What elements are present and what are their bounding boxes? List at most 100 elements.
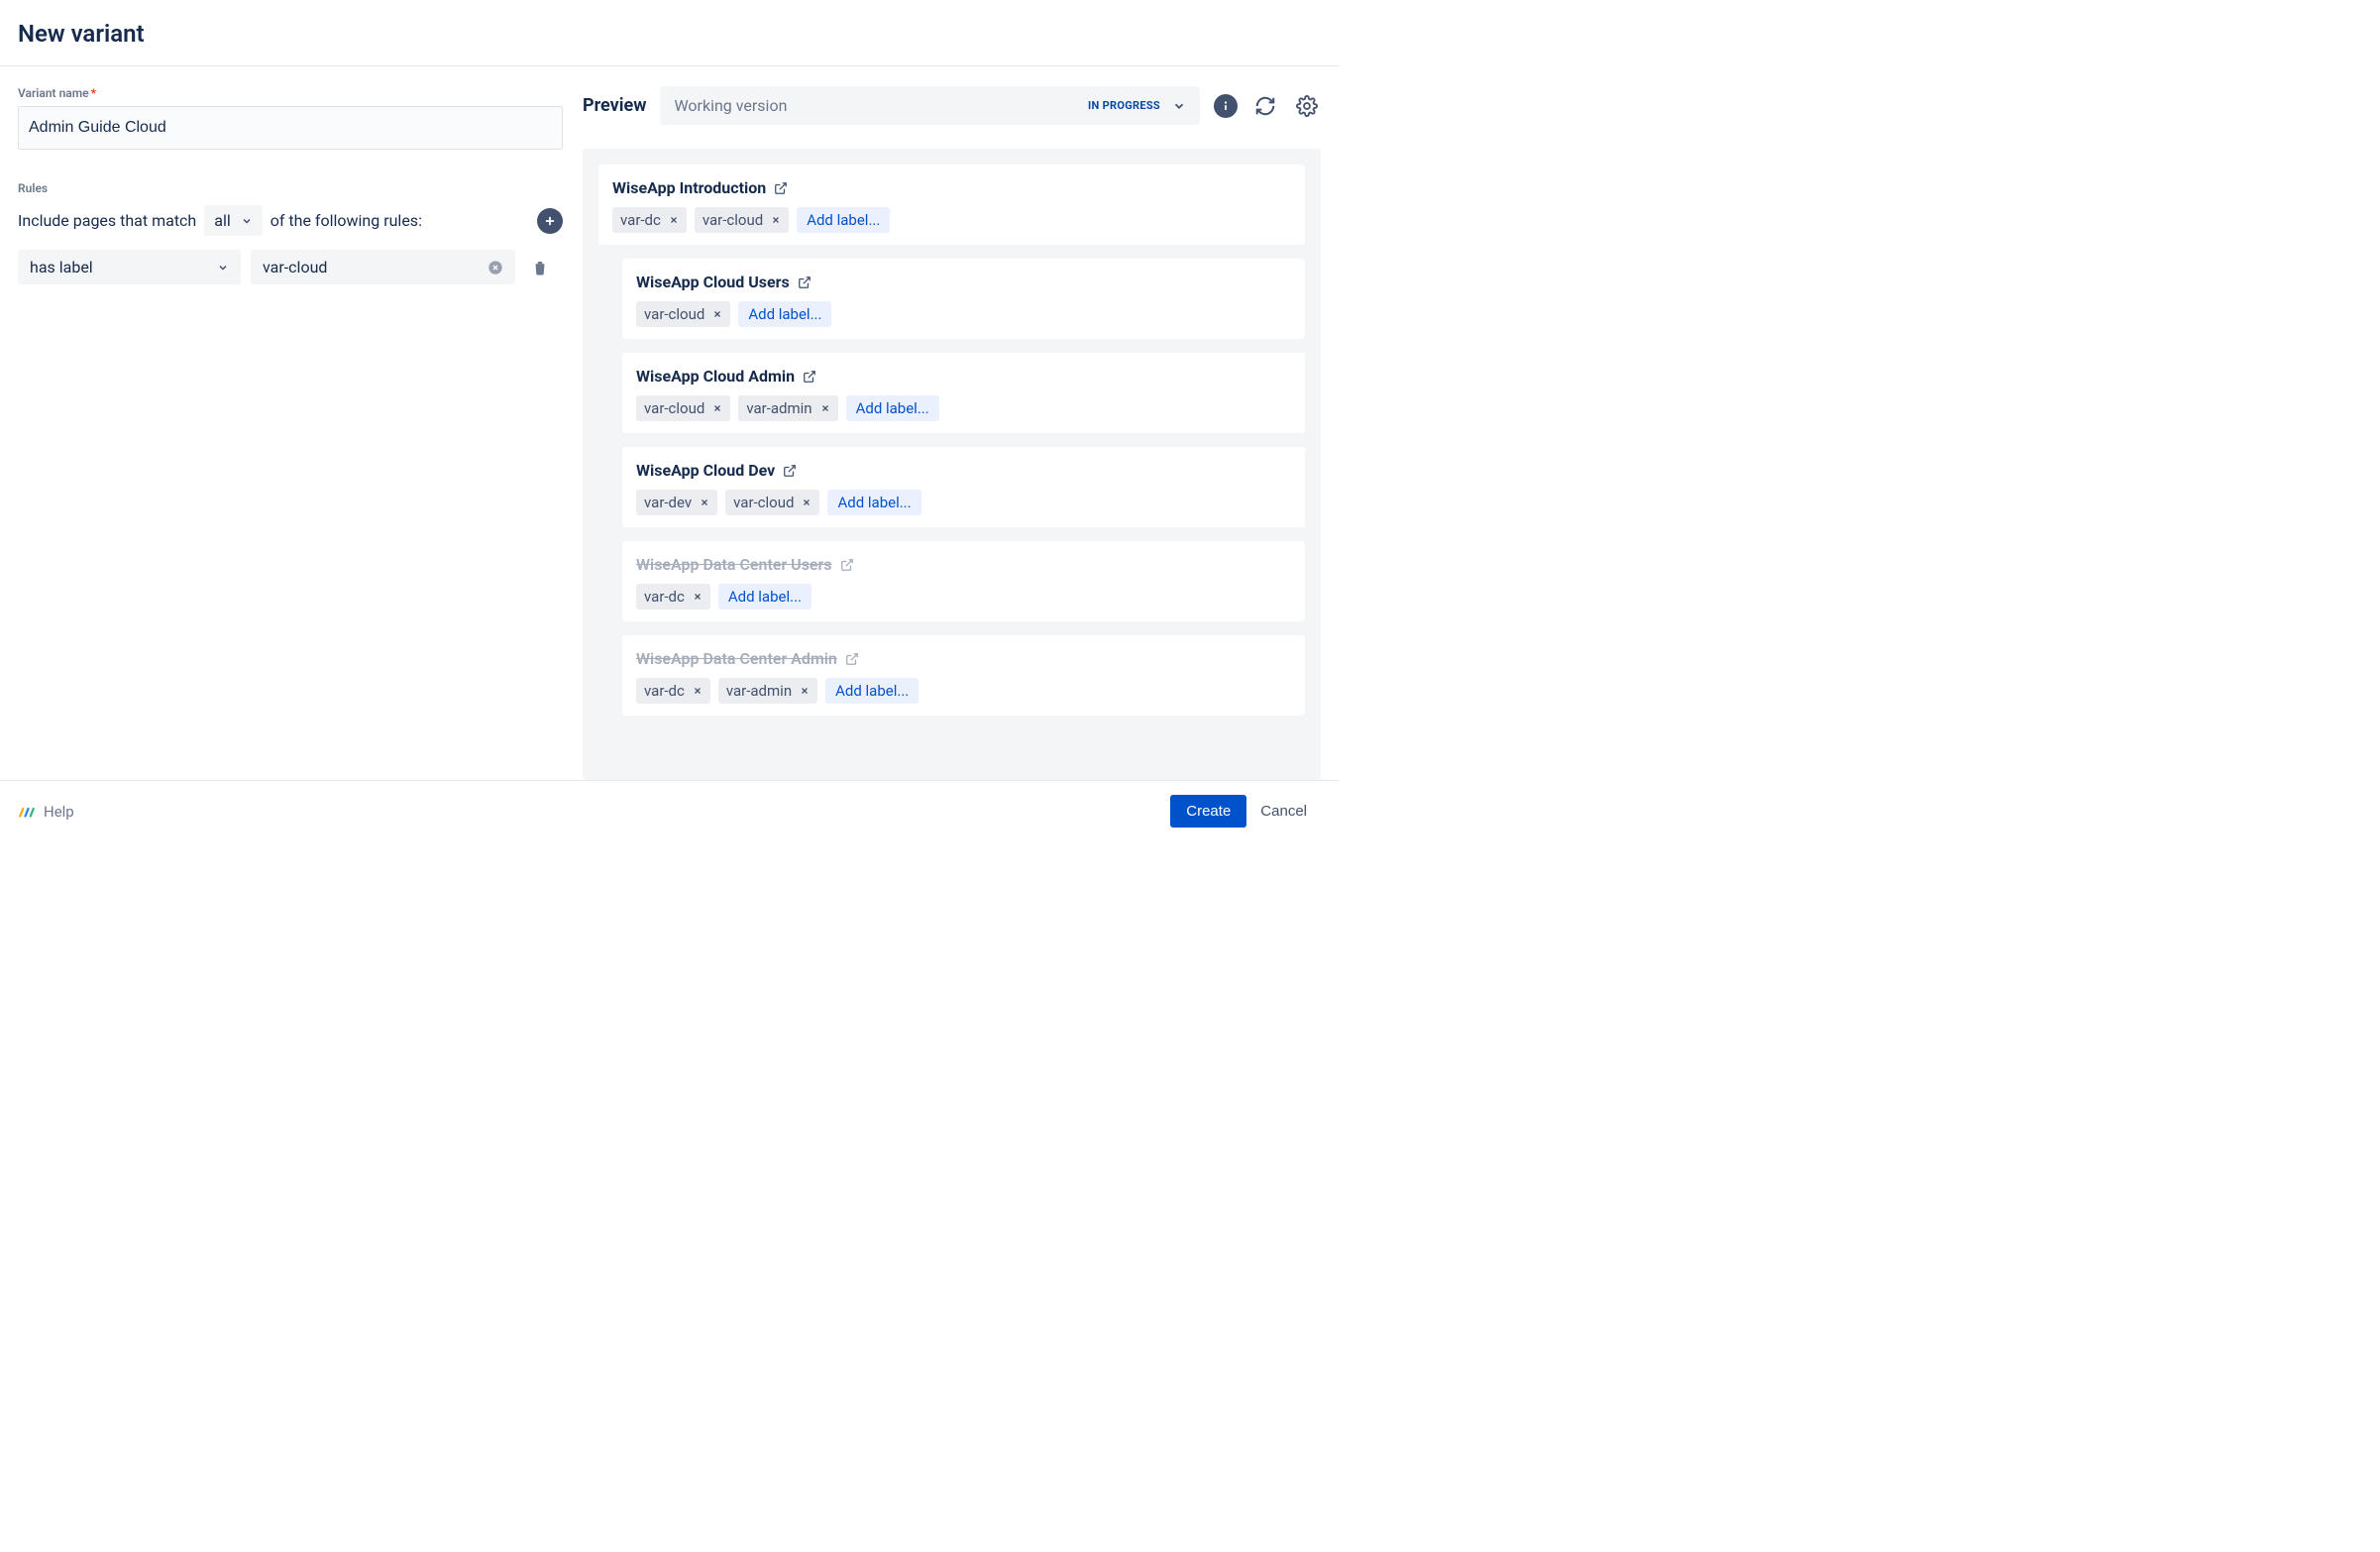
delete-rule-button[interactable] — [525, 255, 555, 280]
rule-condition-label: has label — [30, 258, 93, 277]
label-chip[interactable]: var-dc — [636, 678, 710, 704]
labels-row: var-dc Add label... — [636, 584, 1291, 610]
remove-label-button[interactable] — [669, 215, 679, 225]
plus-icon — [543, 214, 557, 228]
label-chip-text: var-dc — [620, 211, 661, 229]
page-card: WiseApp Cloud Users var-cloud Add label.… — [622, 259, 1305, 339]
label-chip-text: var-dev — [644, 494, 692, 511]
label-chip[interactable]: var-cloud — [636, 395, 730, 421]
add-label-button[interactable]: Add label... — [718, 584, 811, 610]
remove-label-button[interactable] — [700, 498, 709, 507]
status-badge: IN PROGRESS — [1088, 99, 1160, 112]
external-link-icon — [798, 276, 811, 289]
close-icon — [693, 592, 703, 602]
remove-label-button[interactable] — [800, 686, 810, 696]
add-label-button[interactable]: Add label... — [846, 395, 939, 421]
rule-row: has label var-cloud — [18, 250, 563, 284]
external-link-icon — [783, 464, 797, 478]
label-chip-text: var-cloud — [733, 494, 794, 511]
remove-label-button[interactable] — [693, 686, 703, 696]
add-label-button[interactable]: Add label... — [738, 301, 831, 327]
rules-include-row: Include pages that match all of the foll… — [18, 205, 563, 236]
label-chip-text: var-cloud — [703, 211, 763, 229]
help-link[interactable]: Help — [18, 803, 74, 821]
page-card: WiseApp Cloud Admin var-cloud var-admin A… — [622, 353, 1305, 433]
label-chip[interactable]: var-admin — [718, 678, 817, 704]
open-page-button[interactable] — [783, 464, 797, 478]
modal-header: New variant — [0, 0, 1339, 66]
remove-label-button[interactable] — [712, 309, 722, 319]
settings-button[interactable] — [1293, 92, 1321, 120]
version-select[interactable]: Working version IN PROGRESS — [660, 86, 1200, 125]
close-icon — [800, 686, 810, 696]
version-label: Working version — [674, 96, 787, 115]
info-button[interactable] — [1214, 94, 1238, 118]
label-chip[interactable]: var-dc — [636, 584, 710, 610]
label-chip-text: var-admin — [726, 682, 792, 700]
remove-label-button[interactable] — [712, 403, 722, 413]
page-title: WiseApp Cloud Admin — [636, 367, 795, 386]
label-chip[interactable]: var-cloud — [725, 490, 819, 515]
close-icon — [712, 403, 722, 413]
page-card: WiseApp Data Center Users var-dc Add lab… — [622, 541, 1305, 621]
add-label-button[interactable]: Add label... — [825, 678, 919, 704]
preview-title: Preview — [583, 95, 646, 116]
open-page-button[interactable] — [798, 276, 811, 289]
page-card: WiseApp Data Center Admin var-dc var-admi… — [622, 635, 1305, 716]
labels-row: var-cloud Add label... — [636, 301, 1291, 327]
include-prefix: Include pages that match — [18, 211, 196, 230]
rules-label: Rules — [18, 181, 563, 195]
add-label-button[interactable]: Add label... — [827, 490, 920, 515]
external-link-icon — [803, 370, 816, 384]
add-label-button[interactable]: Add label... — [797, 207, 890, 233]
refresh-icon — [1254, 95, 1276, 117]
include-suffix: of the following rules: — [270, 211, 422, 230]
quantifier-select[interactable]: all — [204, 205, 262, 236]
close-circle-icon — [487, 260, 503, 276]
labels-row: var-cloud var-admin Add label... — [636, 395, 1291, 421]
remove-label-button[interactable] — [802, 498, 811, 507]
label-chip[interactable]: var-cloud — [695, 207, 789, 233]
remove-label-button[interactable] — [771, 215, 781, 225]
preview-panel-wrapper: Preview Working version IN PROGRESS — [583, 86, 1321, 780]
refresh-button[interactable] — [1251, 92, 1279, 120]
page-title: WiseApp Introduction — [612, 178, 766, 197]
create-button[interactable]: Create — [1170, 795, 1246, 828]
close-icon — [771, 215, 781, 225]
close-icon — [712, 309, 722, 319]
page-title: WiseApp Cloud Dev — [636, 461, 775, 480]
remove-label-button[interactable] — [693, 592, 703, 602]
modal-footer: Help Create Cancel — [0, 780, 1339, 841]
chevron-down-icon — [217, 262, 229, 274]
clear-value-button[interactable] — [487, 260, 503, 276]
label-chip-text: var-admin — [746, 399, 811, 417]
rule-condition-select[interactable]: has label — [18, 250, 241, 284]
add-rule-button[interactable] — [537, 208, 563, 234]
close-icon — [700, 498, 709, 507]
label-chip[interactable]: var-cloud — [636, 301, 730, 327]
label-chip[interactable]: var-dev — [636, 490, 717, 515]
external-link-icon — [845, 652, 859, 666]
labels-row: var-dc var-cloud Add label... — [612, 207, 1291, 233]
page-title: WiseApp Data Center Admin — [636, 649, 837, 668]
open-page-button[interactable] — [803, 370, 816, 384]
external-link-icon — [774, 181, 788, 195]
form-panel: Variant name* Rules Include pages that m… — [18, 86, 583, 780]
close-icon — [802, 498, 811, 507]
close-icon — [693, 686, 703, 696]
open-page-button[interactable] — [845, 652, 859, 666]
open-page-button[interactable] — [840, 558, 854, 572]
open-page-button[interactable] — [774, 181, 788, 195]
label-chip[interactable]: var-dc — [612, 207, 687, 233]
page-card: WiseApp Introduction var-dc var-cloud Add… — [598, 165, 1305, 245]
rule-value-select[interactable]: var-cloud — [251, 250, 515, 284]
external-link-icon — [840, 558, 854, 572]
label-chip[interactable]: var-admin — [738, 395, 837, 421]
page-title: WiseApp Data Center Users — [636, 555, 832, 574]
remove-label-button[interactable] — [820, 403, 830, 413]
preview-panel: WiseApp Introduction var-dc var-cloud Add… — [583, 149, 1321, 780]
variant-name-input[interactable] — [18, 106, 563, 150]
rule-value-label: var-cloud — [263, 258, 327, 277]
chevron-down-icon — [1172, 99, 1186, 113]
cancel-button[interactable]: Cancel — [1246, 795, 1321, 828]
